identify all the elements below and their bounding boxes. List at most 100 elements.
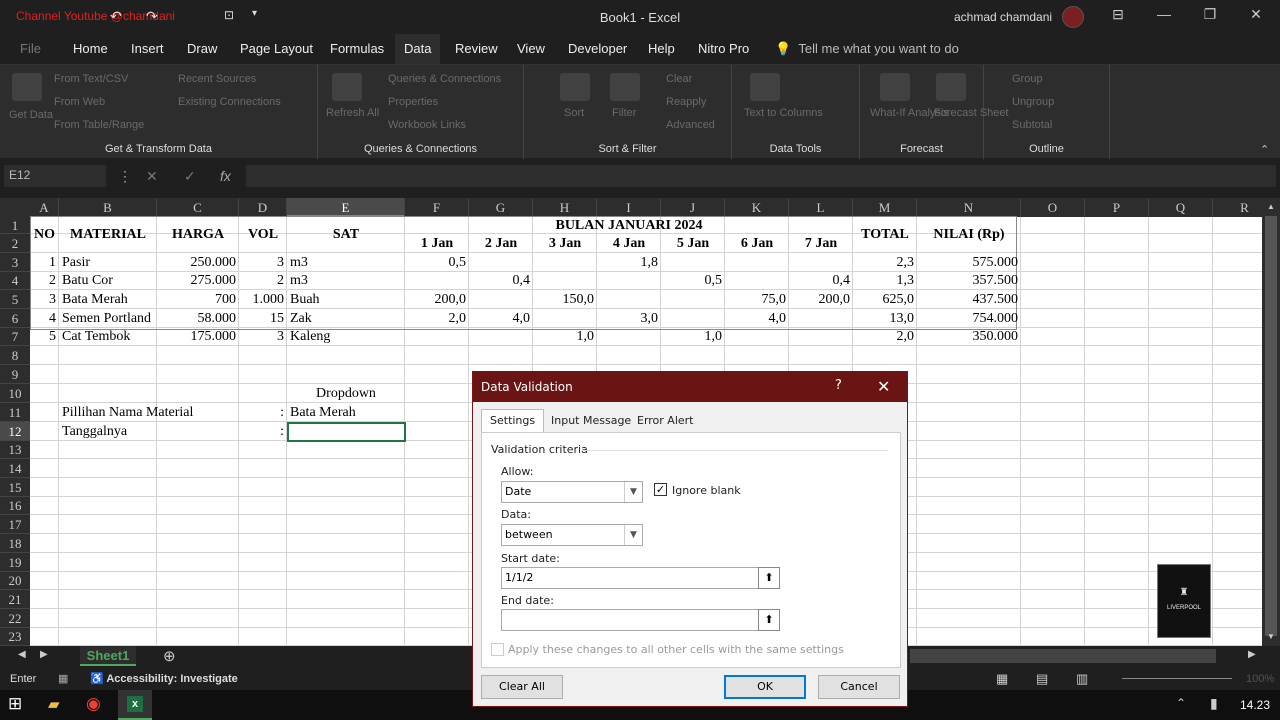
cell-nilai[interactable]: 357.500 [920,272,1019,290]
header-bulan[interactable]: BULAN JANUARI 2024 [408,217,850,234]
row-header-19[interactable]: 19 [0,553,30,572]
active-cell-e12[interactable] [287,422,406,442]
column-header-b[interactable]: B [59,198,157,217]
column-header-n[interactable]: N [917,198,1021,217]
start-date-collapse-button[interactable]: ⬆ [758,567,780,589]
cell-day-value[interactable]: 2,0 [408,309,467,328]
header-total[interactable]: TOTAL [856,217,914,253]
accessibility-status[interactable]: ♿ Accessibility: Investigate [90,672,238,685]
cell-sat[interactable]: m3 [290,253,402,272]
sort-button[interactable]: Sort [564,107,584,119]
cell-nilai[interactable]: 754.000 [920,309,1019,328]
tab-home[interactable]: Home [73,41,108,56]
file-explorer-icon[interactable]: ▰ [48,695,60,713]
existing-connections-button[interactable]: Existing Connections [178,96,281,108]
row-header-1[interactable]: 1 [0,217,30,234]
add-sheet-icon[interactable]: ⊕ [163,647,176,665]
scroll-thumb[interactable] [1265,216,1277,636]
cell-vol[interactable]: 15 [242,309,284,328]
row-header-7[interactable]: 7 [0,328,30,346]
ignore-blank-checkbox[interactable]: ✓ [654,483,667,496]
cell-harga[interactable]: 250.000 [160,253,237,272]
row-header-20[interactable]: 20 [0,572,30,590]
scroll-up-icon[interactable]: ▲ [1267,202,1275,211]
ribbon-display-icon[interactable]: ⊟ [1106,6,1130,23]
collapse-ribbon-icon[interactable]: ⌃ [1260,143,1269,156]
get-data-icon[interactable] [12,73,42,101]
header-harga[interactable]: HARGA [160,217,236,253]
column-header-c[interactable]: C [157,198,239,217]
tab-formulas[interactable]: Formulas [330,41,384,56]
row-header-14[interactable]: 14 [0,459,30,478]
tab-draw[interactable]: Draw [187,41,217,56]
cell-sat[interactable]: m3 [290,272,402,290]
cell-day-value[interactable]: 0,5 [408,253,467,272]
row-header-8[interactable]: 8 [0,346,30,365]
column-header-f[interactable]: F [405,198,469,217]
apply-all-checkbox[interactable] [491,643,504,656]
refresh-icon[interactable] [332,73,362,101]
column-header-p[interactable]: P [1085,198,1149,217]
more-icon[interactable]: ⋮ [118,168,132,185]
end-date-input[interactable] [501,609,759,631]
cell-material[interactable]: Semen Portland [62,309,154,328]
cell-material[interactable]: Cat Tembok [62,328,154,346]
tab-view[interactable]: View [517,41,545,56]
tray-chevron-icon[interactable]: ⌃ [1176,696,1186,710]
tab-page-layout[interactable]: Page Layout [240,41,313,56]
row-header-13[interactable]: 13 [0,441,30,459]
minimize-icon[interactable]: — [1152,6,1176,22]
forecast-sheet-icon[interactable] [936,73,966,101]
start-date-input[interactable]: 1/1/2 [501,567,759,589]
next-sheet-icon[interactable]: ▶ [40,649,48,660]
cell-day-value[interactable]: 75,0 [728,290,787,309]
tab-review[interactable]: Review [455,41,498,56]
data-dropdown[interactable]: between ▼ [501,524,643,546]
header-day[interactable]: 3 Jan [536,234,594,253]
workbook-links-button[interactable]: Workbook Links [388,119,466,131]
chrome-icon[interactable]: ◉ [86,694,101,714]
cell-harga[interactable]: 700 [160,290,236,309]
tab-nitro-pro[interactable]: Nitro Pro [698,41,749,56]
get-data-button[interactable]: Get Data [9,109,53,121]
cell-no[interactable]: 5 [33,328,56,346]
clear-button[interactable]: Clear [666,73,692,85]
prev-sheet-icon[interactable]: ◀ [18,649,26,660]
properties-button[interactable]: Properties [388,96,438,108]
tab-error-alert[interactable]: Error Alert [629,410,702,432]
help-button[interactable]: ? [835,378,842,393]
row-header-23[interactable]: 23 [0,628,30,646]
from-web-button[interactable]: From Web [54,96,105,108]
cell-material[interactable]: Pasir [62,253,154,272]
header-nilai[interactable]: NILAI (Rp) [920,217,1018,253]
header-day[interactable]: 7 Jan [792,234,850,253]
from-text-button[interactable]: From Text/CSV [54,73,128,85]
cell-no[interactable]: 3 [33,290,56,309]
cell-vol[interactable]: 2 [242,272,284,290]
cell-day-value[interactable]: 3,0 [600,309,659,328]
subtotal-button[interactable]: Subtotal [1012,119,1052,131]
row-header-17[interactable]: 17 [0,515,30,534]
zoom-level[interactable]: 100% [1246,673,1274,685]
tab-developer[interactable]: Developer [568,41,627,56]
cell-day-value[interactable]: 1,8 [600,253,659,272]
cell-no[interactable]: 2 [33,272,56,290]
chevron-down-icon[interactable]: ▼ [624,482,642,502]
tab-help[interactable]: Help [648,41,675,56]
cell-harga[interactable]: 275.000 [160,272,237,290]
cell-total[interactable]: 1,3 [856,272,915,290]
ok-button[interactable]: OK [724,675,806,699]
excel-taskbar-icon[interactable]: x [118,690,152,720]
row-header-22[interactable]: 22 [0,609,30,628]
cell-nilai[interactable]: 575.000 [920,253,1019,272]
cell-day-value[interactable]: 4,0 [728,309,787,328]
header-material[interactable]: MATERIAL [62,217,154,253]
tab-insert[interactable]: Insert [131,41,164,56]
cell-vol[interactable]: 3 [242,253,284,272]
cell-day-value[interactable]: 200,0 [792,290,851,309]
cell-material[interactable]: Batu Cor [62,272,154,290]
column-header-j[interactable]: J [661,198,725,217]
row-header-15[interactable]: 15 [0,478,30,497]
cancel-button[interactable]: Cancel [818,675,900,699]
enter-icon[interactable]: ✓ [184,168,196,185]
